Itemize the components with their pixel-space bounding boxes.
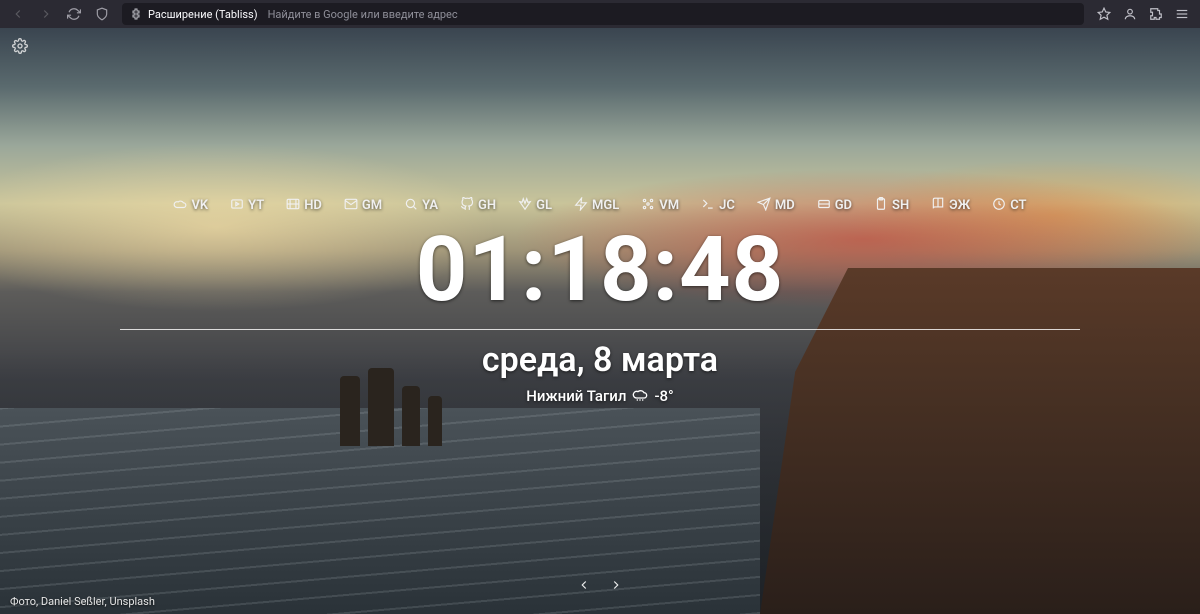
extension-label: Расширение (Tabliss): [148, 8, 258, 21]
bookmark-star-icon[interactable]: [1092, 2, 1116, 26]
quicklink-ct[interactable]: CT: [992, 197, 1026, 215]
slack-icon: [641, 197, 655, 215]
settings-button[interactable]: [12, 38, 28, 58]
quicklink-label: SH: [892, 198, 909, 213]
mail-icon: [344, 197, 358, 215]
quicklink-label: CT: [1010, 198, 1026, 213]
quicklink-label: MD: [775, 198, 795, 213]
quicklink-label: GM: [362, 198, 382, 213]
terminal-icon: [701, 197, 715, 215]
quicklink-label: VM: [659, 198, 679, 213]
quicklink-эж[interactable]: ЭЖ: [931, 197, 970, 215]
quicklink-jc[interactable]: JC: [701, 197, 735, 215]
quicklink-ya[interactable]: YA: [404, 197, 438, 215]
address-bar[interactable]: Расширение (Tabliss) Найдите в Google ил…: [122, 3, 1084, 25]
extension-icon: [130, 8, 142, 20]
quicklink-label: YA: [422, 198, 438, 213]
film-icon: [286, 197, 300, 215]
quicklink-mgl[interactable]: MGL: [574, 197, 619, 215]
app-menu-icon[interactable]: [1170, 2, 1194, 26]
bg-next-button[interactable]: [609, 577, 623, 596]
quicklink-vm[interactable]: VM: [641, 197, 679, 215]
quicklink-label: YT: [248, 198, 264, 213]
clipboard-icon: [874, 197, 888, 215]
weather-temp: -8°: [654, 387, 673, 405]
reload-button[interactable]: [62, 2, 86, 26]
search-icon: [404, 197, 418, 215]
date-text: среда, 8 марта: [482, 340, 718, 380]
gitlab-icon: [518, 197, 532, 215]
send-icon: [757, 197, 771, 215]
account-icon[interactable]: [1118, 2, 1142, 26]
forward-button[interactable]: [34, 2, 58, 26]
quicklink-md[interactable]: MD: [757, 197, 795, 215]
quicklink-yt[interactable]: YT: [230, 197, 264, 215]
zap-icon: [574, 197, 588, 215]
quicklink-sh[interactable]: SH: [874, 197, 909, 215]
quicklink-gl[interactable]: GL: [518, 197, 552, 215]
quicklink-label: GH: [478, 198, 496, 213]
weather-widget: Нижний Тагил -8°: [526, 386, 674, 406]
clock-time: 01:18:48: [416, 225, 785, 315]
browser-toolbar: Расширение (Tabliss) Найдите в Google ил…: [0, 0, 1200, 28]
quick-links-row: VK YT HD GM YA GH GL MGL VM JC MD GD SH ЭЖ CT: [173, 197, 1026, 215]
extensions-icon[interactable]: [1144, 2, 1168, 26]
quicklink-gd[interactable]: GD: [817, 197, 852, 215]
quicklink-label: MGL: [592, 198, 619, 213]
quicklink-label: VK: [191, 198, 208, 213]
divider-line: [120, 329, 1080, 330]
play-icon: [230, 197, 244, 215]
clock-icon: [992, 197, 1006, 215]
quicklink-label: GD: [835, 198, 852, 213]
back-button[interactable]: [6, 2, 30, 26]
quicklink-label: GL: [536, 198, 552, 213]
cloud-icon: [173, 197, 187, 215]
quicklink-gm[interactable]: GM: [344, 197, 382, 215]
github-icon: [460, 197, 474, 215]
quicklink-label: ЭЖ: [949, 198, 970, 213]
quicklink-label: JC: [719, 198, 735, 213]
quicklink-label: HD: [304, 198, 322, 213]
photo-credit: Фото, Daniel Seßler, Unsplash: [10, 595, 155, 608]
weather-icon: [632, 386, 648, 406]
bg-prev-button[interactable]: [577, 577, 591, 596]
quicklink-hd[interactable]: HD: [286, 197, 322, 215]
weather-location: Нижний Тагил: [526, 387, 626, 405]
quicklink-vk[interactable]: VK: [173, 197, 208, 215]
book-icon: [931, 197, 945, 215]
drive-icon: [817, 197, 831, 215]
url-placeholder: Найдите в Google или введите адрес: [268, 8, 458, 21]
tracking-shield-icon[interactable]: [90, 2, 114, 26]
new-tab-page: VK YT HD GM YA GH GL MGL VM JC MD GD SH ЭЖ CT 01:18:48…: [0, 28, 1200, 614]
quicklink-gh[interactable]: GH: [460, 197, 496, 215]
background-pager: [577, 577, 623, 596]
